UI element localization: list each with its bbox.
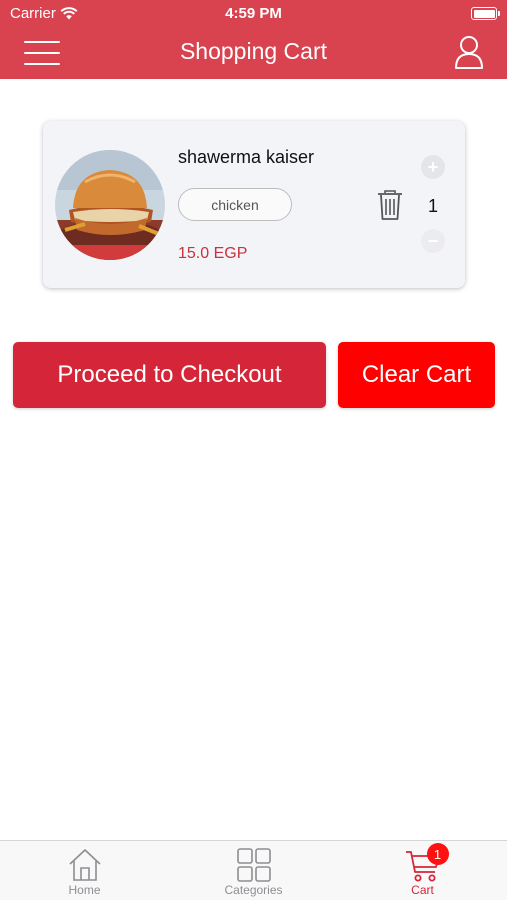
minus-icon: − [427,230,439,251]
page-title: Shopping Cart [179,38,328,64]
tab-cart-label: Cart [411,883,434,897]
status-time: 4:59 PM [225,5,282,22]
tab-home-label: Home [68,883,101,897]
tab-categories[interactable]: Categories [169,841,338,900]
item-price: 15.0 EGP [178,245,248,262]
item-option-chip: chicken [178,188,292,221]
cart-item-card: shawerma kaiser chicken 15.0 EGP + 1 − [43,121,465,288]
trash-icon [378,190,402,220]
home-icon [68,849,101,881]
battery-icon [471,7,500,20]
tab-home[interactable]: Home [0,841,169,900]
item-name: shawerma kaiser [178,147,315,167]
burger-image [55,150,165,260]
tab-cart[interactable]: 1 Cart [338,841,507,900]
delete-item-button[interactable] [376,189,404,221]
tab-bar: Home Categories 1 Cart [0,840,507,900]
item-image [55,150,165,260]
status-bar: Carrier 4:59 PM [0,0,507,28]
grid-icon [236,848,271,882]
profile-button[interactable] [453,34,485,70]
cart-count-badge: 1 [426,843,449,865]
decrease-quantity-button[interactable]: − [421,229,445,253]
increase-quantity-button[interactable]: + [421,155,445,179]
plus-icon: + [427,156,439,177]
proceed-to-checkout-button[interactable]: Proceed to Checkout [13,342,326,408]
app-header: Carrier 4:59 PM Shopping Cart [0,0,507,79]
clear-cart-button[interactable]: Clear Cart [338,342,495,408]
nav-bar: Shopping Cart [0,28,507,79]
tab-categories-label: Categories [224,883,283,897]
item-quantity: 1 [427,196,438,216]
user-icon [455,36,483,69]
